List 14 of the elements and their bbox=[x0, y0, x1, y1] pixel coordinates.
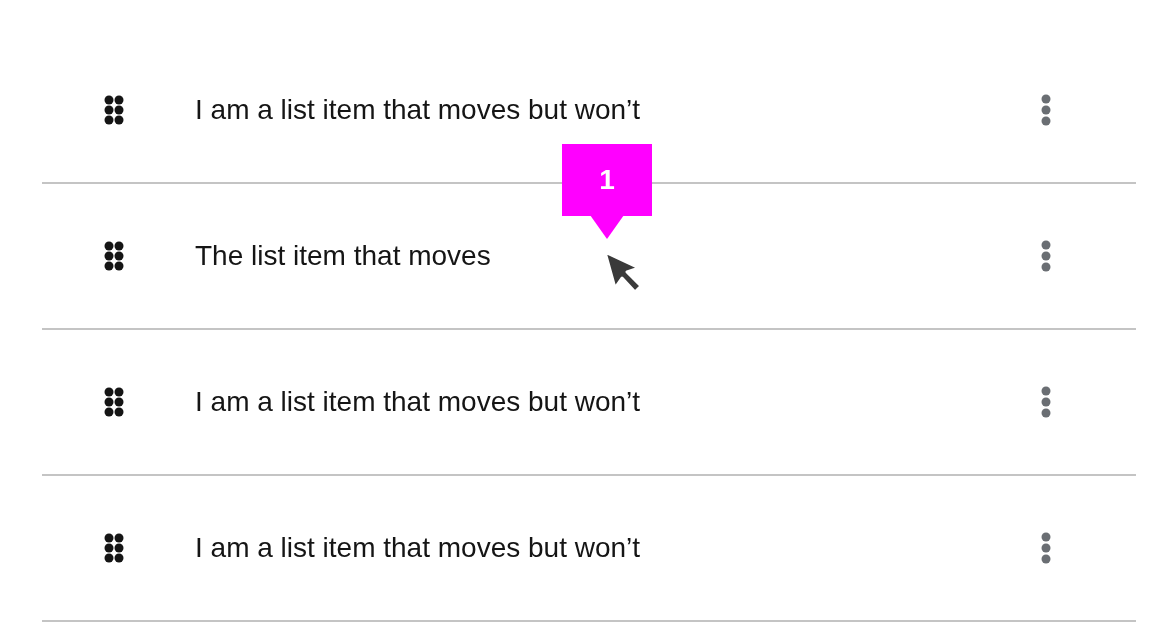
drag-handle-icon[interactable] bbox=[104, 387, 124, 417]
drag-handle-icon[interactable] bbox=[104, 95, 124, 125]
step-marker: 1 bbox=[562, 144, 652, 216]
drag-handle-icon[interactable] bbox=[104, 241, 124, 271]
kebab-menu-icon[interactable] bbox=[1041, 240, 1051, 272]
step-marker-pointer bbox=[590, 215, 624, 239]
drag-handle-icon[interactable] bbox=[104, 533, 124, 563]
kebab-menu-icon[interactable] bbox=[1041, 386, 1051, 418]
kebab-menu-icon[interactable] bbox=[1041, 532, 1051, 564]
kebab-menu-icon[interactable] bbox=[1041, 94, 1051, 126]
list-item-label: I am a list item that moves but won’t bbox=[195, 94, 642, 126]
list-item-label: I am a list item that moves but won’t bbox=[195, 386, 642, 418]
list-item-label: I am a list item that moves but won’t bbox=[195, 532, 642, 564]
list-item-label: The list item that moves bbox=[195, 240, 492, 272]
